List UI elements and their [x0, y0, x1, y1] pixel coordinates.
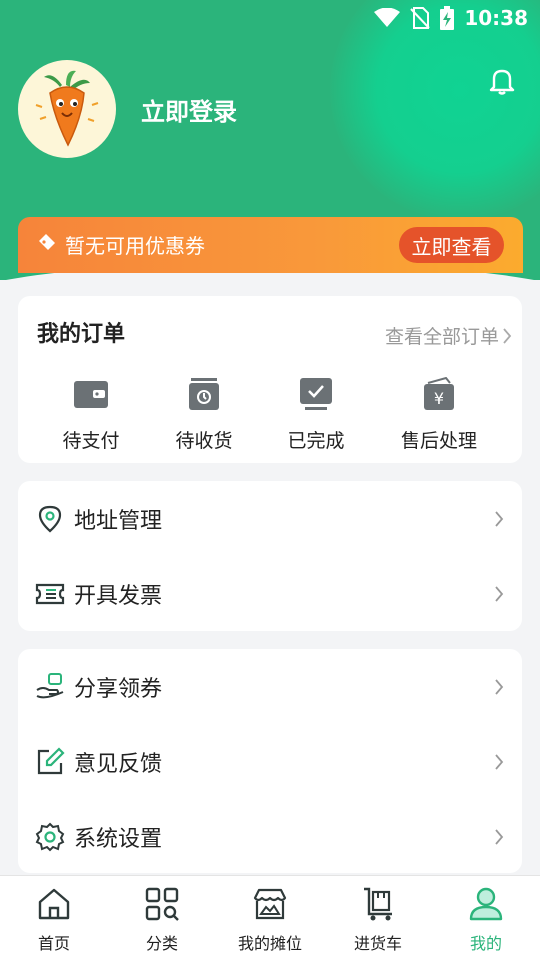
status-bar: 10:38	[374, 6, 528, 30]
category-search-icon	[145, 887, 179, 921]
tab-my-stall[interactable]: 我的摊位	[216, 886, 324, 954]
invoice-icon	[35, 583, 65, 604]
menu-label: 地址管理	[74, 508, 163, 534]
notification-bell-icon[interactable]	[487, 66, 517, 96]
orders-title: 我的订单	[37, 322, 126, 347]
chevron-right-icon	[495, 585, 504, 602]
menu-feedback[interactable]: 意见反馈	[18, 724, 522, 799]
order-pending-payment[interactable]: 待支付	[36, 376, 146, 453]
battery-charging-icon	[440, 6, 455, 30]
tab-label: 我的摊位	[237, 934, 302, 953]
tab-label: 分类	[145, 934, 178, 953]
tab-purchase-cart[interactable]: 进货车	[324, 886, 432, 954]
chevron-right-icon	[495, 753, 504, 770]
order-item-label: 待支付	[62, 430, 120, 452]
view-all-orders-label: 查看全部订单	[384, 326, 499, 348]
order-item-label: 已完成	[287, 430, 345, 452]
coupon-banner[interactable]: 暂无可用优惠券 立即查看	[18, 217, 523, 273]
coupon-status-text: 暂无可用优惠券	[65, 234, 205, 258]
stall-icon	[253, 888, 287, 920]
menu-label: 开具发票	[74, 583, 163, 609]
tab-label: 我的	[469, 934, 502, 953]
menu-label: 系统设置	[74, 826, 163, 852]
tab-label: 首页	[37, 934, 70, 953]
menu-group-address-invoice: 地址管理 开具发票	[18, 481, 522, 631]
menu-group-general: 分享领券 意见反馈 系统设置	[18, 649, 522, 873]
login-link[interactable]: 立即登录	[141, 92, 237, 127]
tab-category[interactable]: 分类	[108, 886, 216, 954]
carrot-mascot-icon	[35, 70, 99, 147]
package-clock-icon	[189, 378, 219, 410]
user-icon	[469, 887, 503, 921]
ticket-icon	[39, 234, 55, 250]
share-coupon-icon	[36, 672, 64, 698]
header-glow	[330, 0, 540, 220]
orders-card: 我的订单 查看全部订单 待支付 待收货 已完成 ¥ 售后处理	[18, 296, 522, 463]
avatar[interactable]	[18, 60, 116, 158]
order-item-label: 售后处理	[400, 430, 477, 452]
menu-label: 分享领券	[74, 676, 163, 702]
order-completed[interactable]: 已完成	[261, 376, 371, 453]
view-all-orders-link[interactable]: 查看全部订单	[385, 322, 512, 349]
check-box-icon	[300, 378, 332, 410]
yen-wallet-icon: ¥	[424, 377, 454, 410]
wallet-icon	[74, 381, 108, 408]
no-sim-icon	[410, 7, 431, 29]
menu-share-coupons[interactable]: 分享领券	[18, 649, 522, 724]
settings-gear-icon	[35, 822, 65, 851]
menu-label: 意见反馈	[74, 751, 163, 777]
tab-label: 进货车	[353, 934, 402, 953]
cart-icon	[364, 887, 392, 921]
chevron-right-icon	[495, 678, 504, 695]
order-item-label: 待收货	[175, 430, 233, 452]
home-icon	[38, 888, 70, 920]
menu-issue-invoice[interactable]: 开具发票	[18, 556, 522, 631]
edit-feedback-icon	[37, 746, 65, 774]
bottom-tab-bar: 首页 分类 我的摊位 进货车 我的	[0, 875, 540, 960]
svg-text:¥: ¥	[434, 389, 444, 408]
menu-address-management[interactable]: 地址管理	[18, 481, 522, 556]
order-pending-receipt[interactable]: 待收货	[149, 376, 259, 453]
chevron-right-icon	[503, 327, 512, 344]
chevron-right-icon	[495, 828, 504, 845]
order-after-sales[interactable]: ¥ 售后处理	[384, 376, 494, 453]
location-pin-icon	[38, 505, 62, 532]
status-time: 10:38	[464, 6, 528, 30]
view-coupons-button[interactable]: 立即查看	[399, 227, 504, 263]
chevron-right-icon	[495, 510, 504, 527]
tab-mine[interactable]: 我的	[432, 886, 540, 954]
tab-home[interactable]: 首页	[0, 886, 108, 954]
wifi-icon	[374, 8, 401, 27]
menu-system-settings[interactable]: 系统设置	[18, 799, 522, 874]
